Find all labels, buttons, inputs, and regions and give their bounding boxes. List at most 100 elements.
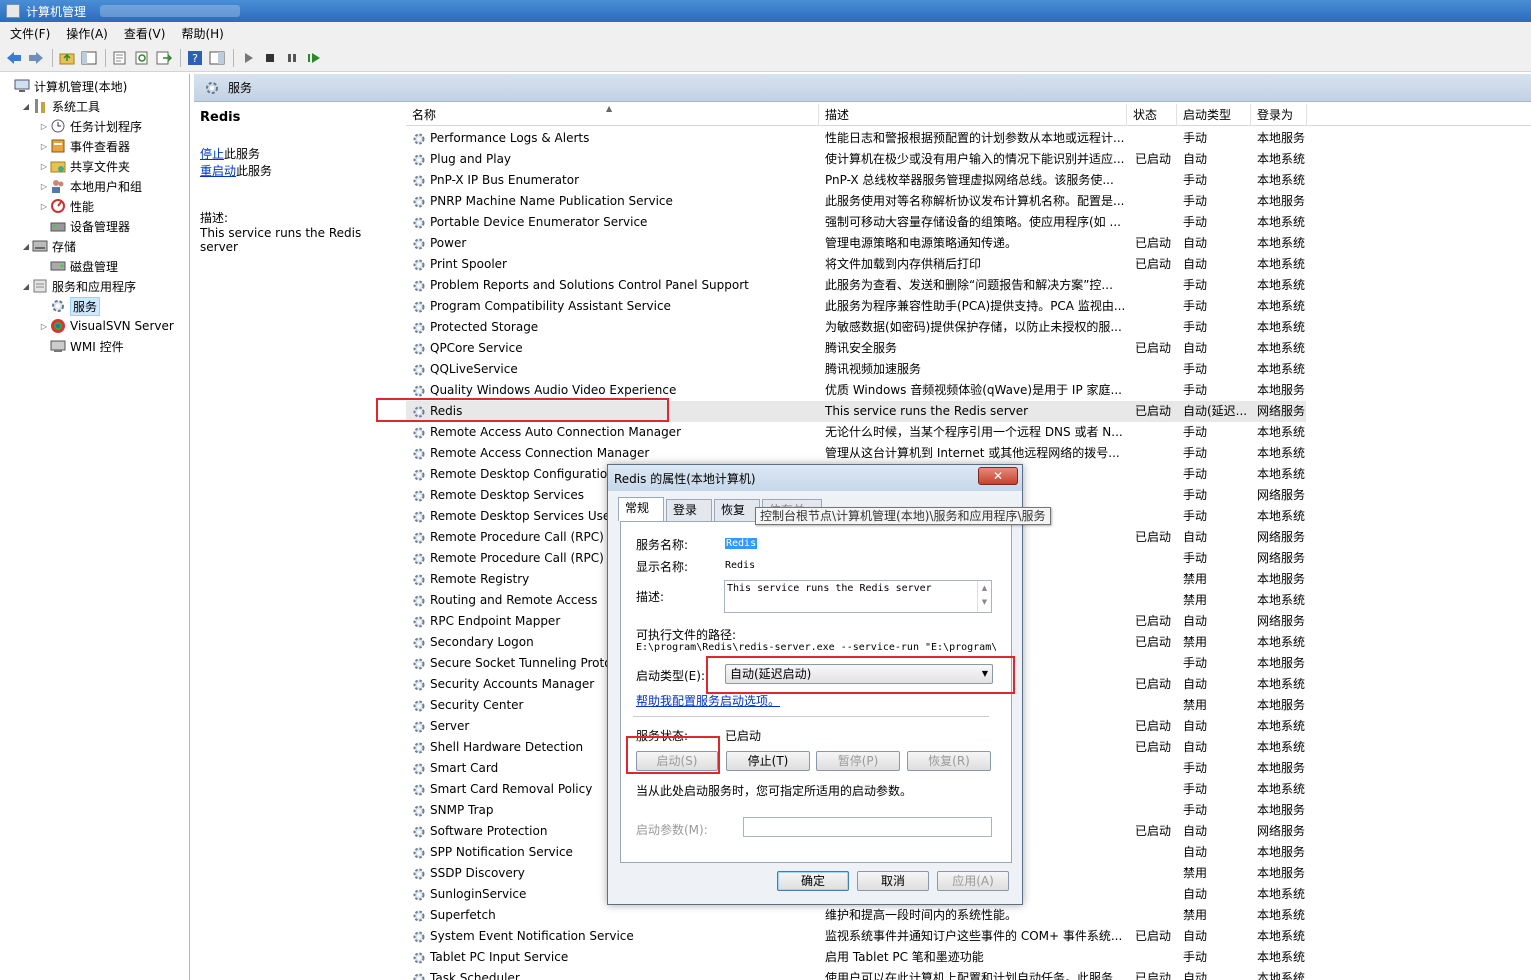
tree-item-1[interactable]: ◢ 系统工具 <box>20 96 100 116</box>
service-row[interactable]: Superfetch 维护和提高一段时间内的系统性能。 禁用 本地系统 <box>406 905 1306 926</box>
service-row[interactable]: Performance Logs & Alerts 性能日志和警报根据预配置的计划… <box>406 128 1306 149</box>
service-name-cell: Problem Reports and Solutions Control Pa… <box>412 275 817 296</box>
properties-sheet-icon[interactable] <box>110 49 130 67</box>
service-name-value[interactable]: Redis <box>725 538 758 549</box>
service-row[interactable]: Quality Windows Audio Video Experience 优质… <box>406 380 1306 401</box>
show-hide-tree-icon[interactable] <box>79 49 99 67</box>
service-description-cell: This service runs the Redis server <box>825 404 1029 418</box>
service-row[interactable]: PnP-X IP Bus Enumerator PnP-X 总线枚举器服务管理虚拟… <box>406 170 1306 191</box>
service-row[interactable]: Print Spooler 将文件加载到内存供稍后打印 已启动 自动 本地系统 <box>406 254 1306 275</box>
pause-service-icon[interactable] <box>282 49 302 67</box>
start-service-icon[interactable] <box>238 49 258 67</box>
close-icon[interactable]: ✕ <box>978 467 1018 485</box>
menu-action[interactable]: 操作(A) <box>66 25 108 42</box>
service-row[interactable]: Redis This service runs the Redis server 已… <box>406 401 1306 422</box>
display-name-value[interactable]: Redis <box>725 560 755 571</box>
pause-button[interactable]: 暂停(P) <box>816 751 900 771</box>
service-row[interactable]: PNRP Machine Name Publication Service 此服务… <box>406 191 1306 212</box>
forward-arrow-icon[interactable] <box>26 49 46 67</box>
menu-view[interactable]: 查看(V) <box>124 25 166 42</box>
expand-toggle-icon[interactable]: ▷ <box>38 182 50 191</box>
stop-service-icon[interactable] <box>260 49 280 67</box>
description-textbox[interactable]: This service runs the Redis server ▲ ▼ <box>724 580 992 613</box>
column-status[interactable]: 状态 <box>1127 104 1177 126</box>
tab-general[interactable]: 常规 <box>618 497 664 521</box>
service-row[interactable]: Task Scheduler 使用户可以在此计算机上配置和计划自动任务。此服务..… <box>406 968 1306 980</box>
service-gear-icon <box>412 216 430 230</box>
service-row[interactable]: Remote Access Connection Manager 管理从这台计算机… <box>406 443 1306 464</box>
service-row[interactable]: System Event Notification Service 监视系统事件并… <box>406 926 1306 947</box>
restart-service-link[interactable]: 重启动 <box>200 164 236 178</box>
column-name[interactable]: 名称 ▲ <box>406 104 819 126</box>
start-button[interactable]: 启动(S) <box>636 751 718 771</box>
service-startup-cell: 禁用 <box>1183 908 1208 922</box>
export-list-icon[interactable] <box>154 49 174 67</box>
expand-toggle-icon[interactable]: ◢ <box>20 102 32 111</box>
chevron-down-icon: ▼ <box>981 669 988 678</box>
tree-item-3[interactable]: ▷ 事件查看器 <box>38 136 130 156</box>
refresh-icon[interactable] <box>132 49 152 67</box>
service-description-cell: 管理电源策略和电源策略通知传递。 <box>825 236 1018 250</box>
column-startup-type[interactable]: 启动类型 <box>1177 104 1251 126</box>
expand-toggle-icon[interactable]: ▷ <box>38 322 50 331</box>
service-row[interactable]: QPCore Service 腾讯安全服务 已启动 自动 本地系统 <box>406 338 1306 359</box>
help-icon[interactable]: ? <box>185 49 205 67</box>
tree-item-11[interactable]: 服务 <box>38 296 101 316</box>
restart-service-icon[interactable] <box>304 49 324 67</box>
service-row[interactable]: Portable Device Enumerator Service 强制可移动大… <box>406 212 1306 233</box>
tree-item-6[interactable]: ▷ 性能 <box>38 196 94 216</box>
cancel-button[interactable]: 取消 <box>857 871 929 891</box>
tree-item-7[interactable]: 设备管理器 <box>38 216 130 236</box>
service-gear-icon <box>412 636 430 650</box>
expand-toggle-icon[interactable]: ▷ <box>38 162 50 171</box>
stop-service-text: 此服务 <box>224 147 261 161</box>
start-params-input[interactable] <box>743 817 992 837</box>
tree-item-9[interactable]: 磁盘管理 <box>38 256 118 276</box>
service-startup-cell: 禁用 <box>1183 593 1208 607</box>
stop-service-link[interactable]: 停止 <box>200 147 224 161</box>
menu-help[interactable]: 帮助(H) <box>181 25 223 42</box>
column-logon-as[interactable]: 登录为 <box>1251 104 1307 126</box>
resume-button[interactable]: 恢复(R) <box>907 751 991 771</box>
service-row[interactable]: Remote Access Auto Connection Manager 无论什… <box>406 422 1306 443</box>
expand-toggle-icon[interactable]: ▷ <box>38 142 50 151</box>
tree-item-2[interactable]: ▷ 任务计划程序 <box>38 116 142 136</box>
tree-item-0[interactable]: 计算机管理(本地) <box>2 76 127 96</box>
tree-item-10[interactable]: ◢ 服务和应用程序 <box>20 276 136 296</box>
service-row[interactable]: Tablet PC Input Service 启用 Tablet PC 笔和墨迹… <box>406 947 1306 968</box>
service-row[interactable]: Program Compatibility Assistant Service 此… <box>406 296 1306 317</box>
expand-toggle-icon[interactable]: ◢ <box>20 242 32 251</box>
tab-logon[interactable]: 登录 <box>666 499 712 521</box>
service-startup-cell: 手动 <box>1183 467 1208 481</box>
startup-help-link[interactable]: 帮助我配置服务启动选项。 <box>636 692 780 709</box>
tree-item-12[interactable]: ▷ VisualSVN Server <box>38 316 174 336</box>
tree-item-8[interactable]: ◢ 存储 <box>20 236 76 256</box>
tree-item-4[interactable]: ▷ 共享文件夹 <box>38 156 130 176</box>
service-row[interactable]: Problem Reports and Solutions Control Pa… <box>406 275 1306 296</box>
up-folder-icon[interactable] <box>57 49 77 67</box>
tree-item-5[interactable]: ▷ 本地用户和组 <box>38 176 142 196</box>
tab-recovery[interactable]: 恢复 <box>714 499 760 521</box>
service-row[interactable]: Power 管理电源策略和电源策略通知传递。 已启动 自动 本地系统 <box>406 233 1306 254</box>
back-arrow-icon[interactable] <box>4 49 24 67</box>
expand-toggle-icon[interactable]: ▷ <box>38 122 50 131</box>
service-row[interactable]: QQLiveService 腾讯视频加速服务 手动 本地系统 <box>406 359 1306 380</box>
ok-button[interactable]: 确定 <box>777 871 849 891</box>
service-name: SSDP Discovery <box>430 866 525 880</box>
service-row[interactable]: Plug and Play 使计算机在极少或没有用户输入的情况下能识别并适应...… <box>406 149 1306 170</box>
stop-button[interactable]: 停止(T) <box>726 751 810 771</box>
tree-item-13[interactable]: WMI 控件 <box>38 336 124 356</box>
service-startup-cell: 自动 <box>1183 677 1208 691</box>
column-description[interactable]: 描述 <box>819 104 1127 126</box>
service-name: Tablet PC Input Service <box>430 950 569 964</box>
expand-toggle-icon[interactable]: ▷ <box>38 202 50 211</box>
menu-file[interactable]: 文件(F) <box>10 25 50 42</box>
apply-button[interactable]: 应用(A) <box>937 871 1009 891</box>
service-startup-cell: 自动 <box>1183 719 1208 733</box>
service-name: Smart Card <box>430 761 499 775</box>
service-row[interactable]: Protected Storage 为敏感数据(如密码)提供保护存储，以防止未授权… <box>406 317 1306 338</box>
action-pane-icon[interactable] <box>207 49 227 67</box>
expand-toggle-icon[interactable]: ◢ <box>20 282 32 291</box>
description-scrollbar[interactable]: ▲ ▼ <box>977 581 991 612</box>
startup-type-select[interactable]: 自动(延迟启动) ▼ <box>725 664 993 684</box>
